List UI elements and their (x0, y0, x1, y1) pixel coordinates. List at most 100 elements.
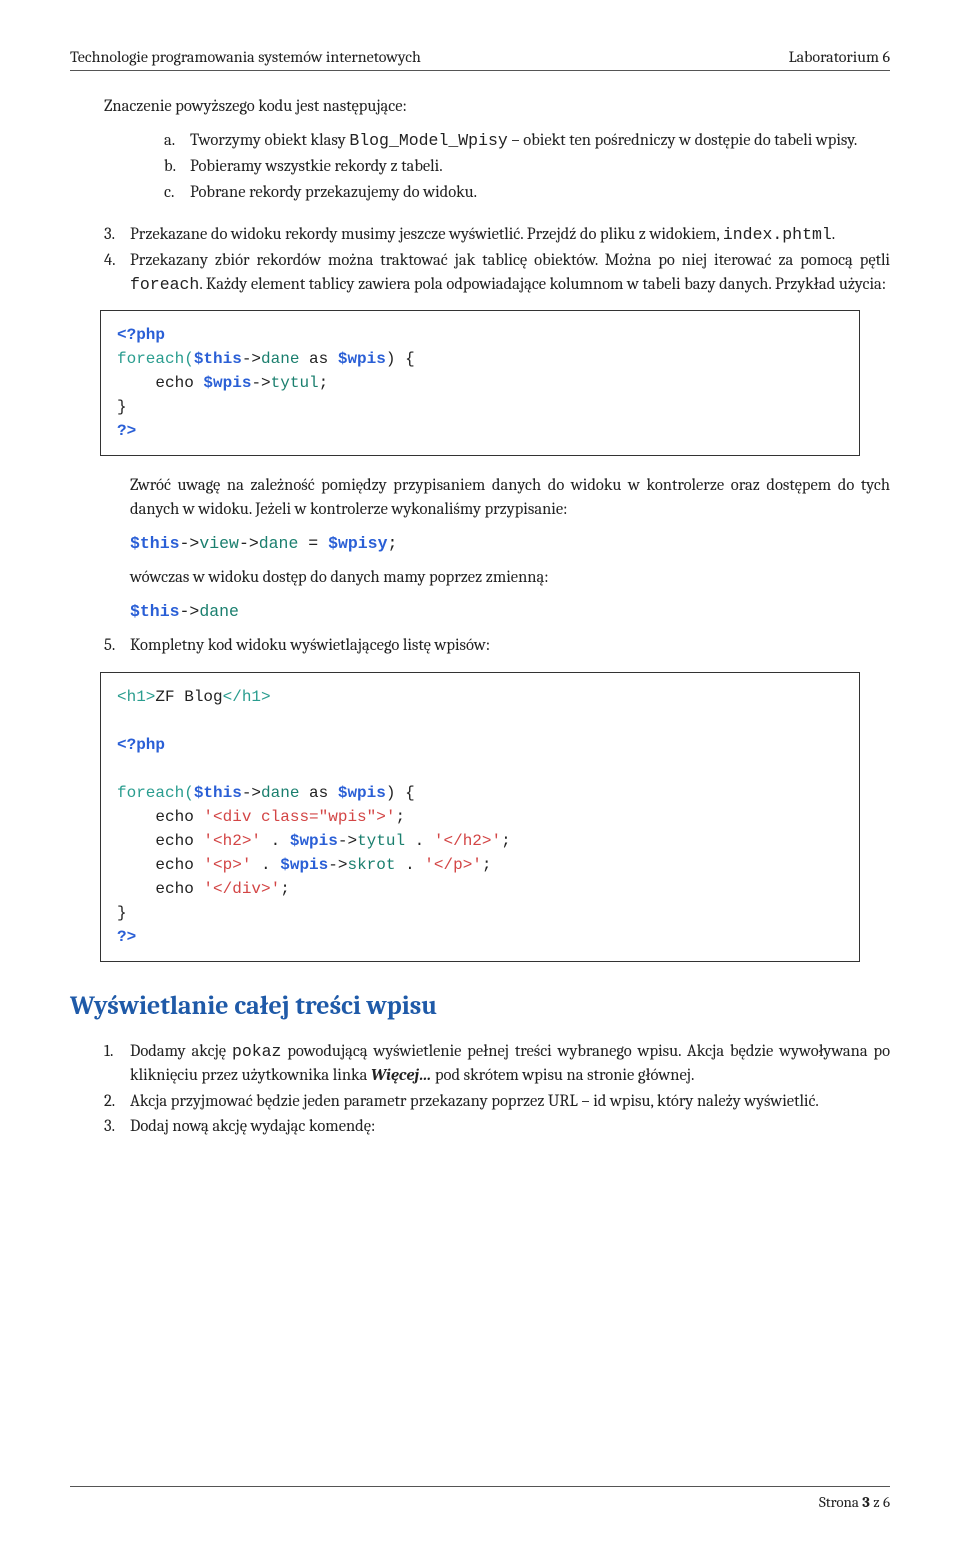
code-token: ) { (386, 784, 415, 802)
document-body: Znaczenie powyższego kodu jest następują… (70, 95, 890, 1139)
filename-code: index.phtml (723, 225, 832, 244)
text: Przekazane do widoku rekordy musimy jesz… (130, 225, 723, 244)
text: Pobrane rekordy przekazujemy do widoku. (190, 181, 890, 205)
code-token: </h1> (223, 688, 271, 706)
keyword-code: foreach (130, 275, 199, 294)
header-right: Laboratorium 6 (789, 48, 890, 66)
text: Kompletny kod widoku wyświetlającego lis… (130, 634, 890, 658)
code-token: ZF Blog (155, 688, 222, 706)
code-token: . (405, 832, 434, 850)
sec3-item-1: 1. Dodamy akcję pokaz powodującą wyświet… (104, 1040, 890, 1088)
page-footer: Strona 3 z 6 (70, 1486, 890, 1511)
page-header: Technologie programowania systemów inter… (70, 48, 890, 71)
explain-paragraph: Zwróć uwagę na zależność pomiędzy przypi… (70, 474, 890, 522)
inline-code-access: $this->dane (70, 600, 890, 624)
code-token: ; (482, 856, 492, 874)
code-token: ) { (386, 350, 415, 368)
text: . (832, 225, 835, 244)
php-close-tag: ?> (117, 928, 136, 946)
code-token: '<h2>' (203, 832, 261, 850)
code-token: $wpis (203, 374, 251, 392)
code-token: -> (180, 602, 200, 621)
code-token: $wpis (338, 784, 386, 802)
code-token: -> (242, 784, 261, 802)
code-token: <h1> (117, 688, 155, 706)
code-token: echo (117, 374, 203, 392)
list-marker: 3. (104, 1115, 130, 1139)
code-token: dane (261, 350, 299, 368)
code-token: $wpis (280, 856, 328, 874)
code-token: tytul (271, 374, 319, 392)
code-token: $this (130, 602, 180, 621)
list-marker: a. (164, 129, 190, 153)
code-token: echo (117, 880, 203, 898)
code-token: ; (388, 534, 398, 553)
text: Przekazany zbiór rekordów można traktowa… (130, 251, 890, 270)
code-token: tytul (357, 832, 405, 850)
code-token: } (117, 398, 127, 416)
intro-lead: Znaczenie powyższego kodu jest następują… (70, 95, 890, 119)
code-token: $wpis (338, 350, 386, 368)
code-token: -> (180, 534, 200, 553)
code-token: -> (242, 350, 261, 368)
code-block-full-view: <h1>ZF Blog</h1> <?php foreach($this->da… (100, 672, 860, 962)
code-token: $this (130, 534, 180, 553)
list-marker: 1. (104, 1040, 130, 1088)
action-name-code: pokaz (232, 1042, 282, 1061)
list-marker: b. (164, 155, 190, 179)
code-token: $wpisy (328, 534, 387, 553)
code-token: . (395, 856, 424, 874)
php-open-tag: <?php (117, 326, 165, 344)
text: Pobieramy wszystkie rekordy z tabeli. (190, 155, 890, 179)
code-token: dane (259, 534, 299, 553)
footer-page-number: 3 (862, 1493, 870, 1511)
code-token: -> (251, 374, 270, 392)
text: Tworzymy obiekt klasy (190, 131, 349, 150)
link-label-emphasis: Więcej… (371, 1066, 431, 1085)
code-token: '</p>' (424, 856, 482, 874)
class-name-code: Blog_Model_Wpisy (349, 131, 507, 150)
code-token: echo (117, 808, 203, 826)
step-5: 5. Kompletny kod widoku wyświetlającego … (104, 634, 890, 658)
code-token: -> (338, 832, 357, 850)
code-token: echo (117, 832, 203, 850)
list-marker: 5. (104, 634, 130, 658)
code-token: ; (280, 880, 290, 898)
code-token: $this (194, 350, 242, 368)
code-token: skrot (347, 856, 395, 874)
code-token: = (298, 534, 328, 553)
code-token: dane (261, 784, 299, 802)
code-block-foreach-echo: <?php foreach($this->dane as $wpis) { ec… (100, 310, 860, 456)
code-token: '</h2>' (434, 832, 501, 850)
list-marker: 2. (104, 1090, 130, 1114)
text: – obiekt ten pośredniczy w dostępie do t… (508, 131, 858, 150)
inline-code-assignment: $this->view->dane = $wpisy; (70, 532, 890, 556)
text: pod skrótem wpisu na stronie głównej. (431, 1066, 694, 1085)
code-token: foreach( (117, 350, 194, 368)
intro-item-c: c. Pobrane rekordy przekazujemy do widok… (164, 181, 890, 205)
text: Dodaj nową akcję wydając komendę: (130, 1115, 890, 1139)
section-heading: Wyświetlanie całej treści wpisu (70, 988, 890, 1026)
code-token: as (299, 784, 337, 802)
step-4: 4. Przekazany zbiór rekordów można trakt… (104, 249, 890, 297)
code-token: $wpis (290, 832, 338, 850)
code-token: '</div>' (203, 880, 280, 898)
php-open-tag: <?php (117, 736, 165, 754)
code-token: '<p>' (203, 856, 251, 874)
footer-label: z (870, 1493, 883, 1511)
code-token: $this (194, 784, 242, 802)
text: Dodamy akcję (130, 1042, 232, 1061)
code-token: '<div class="wpis">' (203, 808, 395, 826)
explain-paragraph-2: wówczas w widoku dostęp do danych mamy p… (70, 566, 890, 590)
list-marker: c. (164, 181, 190, 205)
code-token: view (199, 534, 239, 553)
code-token: } (117, 904, 127, 922)
code-token: ; (319, 374, 329, 392)
text: Akcja przyjmować będzie jeden parametr p… (130, 1090, 890, 1114)
intro-item-a: a. Tworzymy obiekt klasy Blog_Model_Wpis… (164, 129, 890, 153)
code-token: as (299, 350, 337, 368)
code-token: . (251, 856, 280, 874)
sec3-item-2: 2. Akcja przyjmować będzie jeden paramet… (104, 1090, 890, 1114)
php-close-tag: ?> (117, 422, 136, 440)
footer-label: Strona (819, 1493, 862, 1511)
